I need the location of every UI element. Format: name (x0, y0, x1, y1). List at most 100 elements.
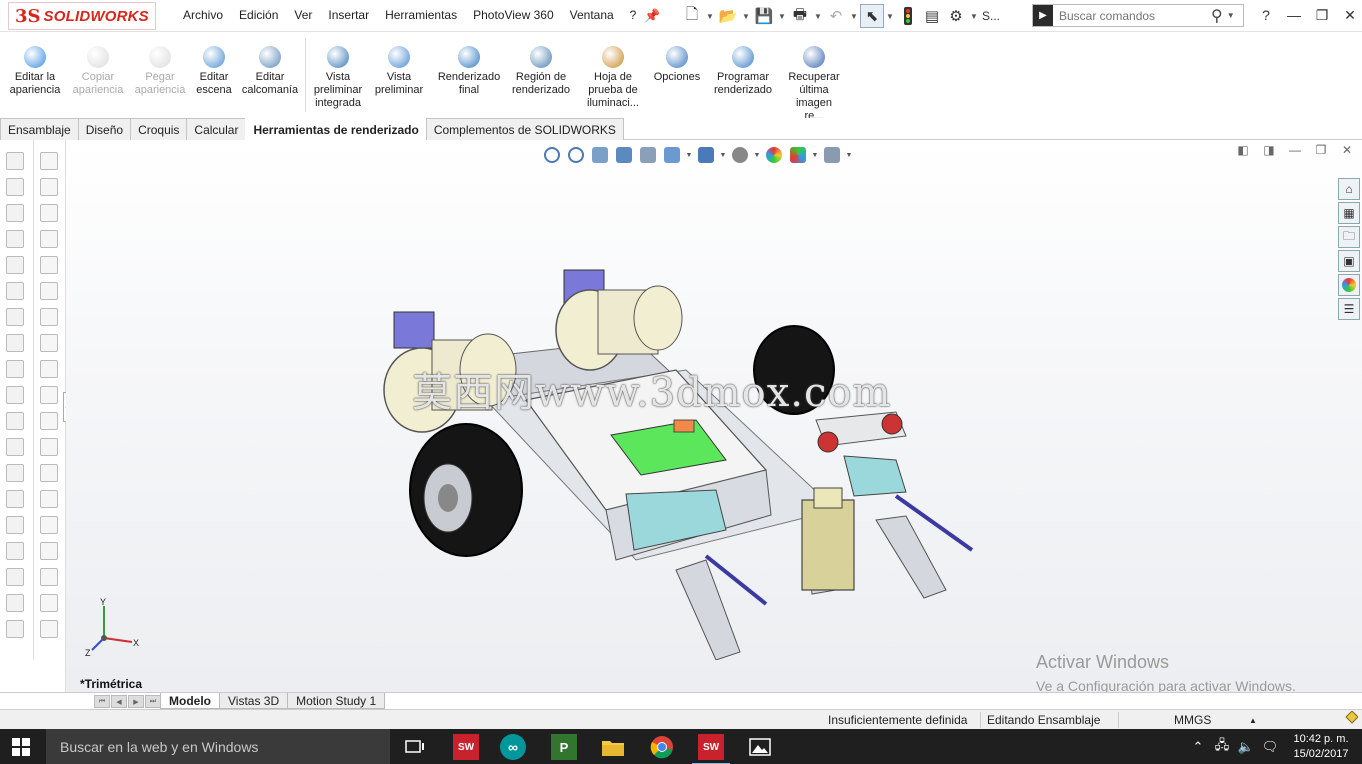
left-tool-icon[interactable] (40, 152, 58, 170)
scroll-first-icon[interactable]: ⏮ (94, 695, 110, 708)
save-dropdown-icon[interactable]: ▼ (776, 4, 788, 28)
menu-insertar[interactable]: Insertar (320, 8, 377, 22)
options-dropdown-icon[interactable]: ▼ (968, 4, 980, 28)
new-document-icon[interactable]: 🗋 (680, 4, 704, 28)
apply-scene-dropdown-icon[interactable]: ▼ (810, 144, 820, 166)
left-tool-icon[interactable] (6, 282, 24, 300)
left-tool-icon[interactable] (40, 568, 58, 586)
edit-appearance-icon[interactable] (762, 144, 786, 166)
left-tool-icon[interactable] (6, 542, 24, 560)
scroll-last-icon[interactable]: ⏭ (145, 695, 161, 708)
volume-icon[interactable]: 🔈 (1234, 739, 1258, 755)
left-tool-icon[interactable] (40, 620, 58, 638)
home-icon[interactable]: ⌂ (1338, 178, 1360, 200)
windows-start-icon[interactable] (12, 738, 30, 756)
traffic-light-icon[interactable] (896, 4, 920, 28)
hoja-prueba-button[interactable]: Hoja de prueba de iluminaci... (586, 46, 640, 110)
undo-dropdown-icon[interactable]: ▼ (848, 4, 860, 28)
left-tool-icon[interactable] (6, 620, 24, 638)
hide-show-dropdown-icon[interactable]: ▼ (752, 144, 762, 166)
hide-show-items-icon[interactable] (728, 144, 752, 166)
left-tool-icon[interactable] (6, 594, 24, 612)
left-tool-icon[interactable] (6, 178, 24, 196)
left-tool-icon[interactable] (40, 516, 58, 534)
left-tool-icon[interactable] (6, 568, 24, 586)
pin-menu-icon[interactable]: 📌 (644, 8, 660, 24)
viewport-tile-right-icon[interactable]: ◨ (1256, 140, 1282, 160)
view-orientation-dropdown-icon[interactable]: ▼ (684, 144, 694, 166)
undo-icon[interactable]: ↶ (824, 4, 848, 28)
display-style-dropdown-icon[interactable]: ▼ (718, 144, 728, 166)
renderizado-final-button[interactable]: Renderizado final (436, 46, 502, 97)
taskbar-search-box[interactable]: Buscar en la web y en Windows (46, 729, 390, 764)
menu-edicion[interactable]: Edición (231, 8, 286, 22)
viewport-tile-left-icon[interactable]: ◧ (1230, 140, 1256, 160)
menu-ver[interactable]: Ver (286, 8, 320, 22)
zoom-to-area-icon[interactable] (564, 144, 588, 166)
left-tool-icon[interactable] (40, 230, 58, 248)
network-icon[interactable]: 🖧 (1210, 736, 1234, 758)
viewport-close-icon[interactable]: ✕ (1334, 140, 1360, 160)
open-icon[interactable]: 📂 (716, 4, 740, 28)
tab-herramientas-renderizado[interactable]: Herramientas de renderizado (245, 118, 427, 140)
left-tool-icon[interactable] (6, 490, 24, 508)
left-tool-icon[interactable] (6, 412, 24, 430)
menu-photoview[interactable]: PhotoView 360 (465, 8, 562, 22)
tab-modelo[interactable]: Modelo (160, 693, 220, 709)
view-palette-icon[interactable]: ▣ (1338, 250, 1360, 272)
file-explorer-taskbar-icon[interactable] (600, 734, 626, 760)
file-properties-icon[interactable]: ▤ (920, 4, 944, 28)
task-view-icon[interactable] (402, 734, 428, 760)
opciones-button[interactable]: Opciones (652, 46, 702, 84)
editar-escena-button[interactable]: Editar escena (196, 46, 232, 97)
left-tool-icon[interactable] (6, 256, 24, 274)
menu-herramientas[interactable]: Herramientas (377, 8, 465, 22)
project-taskbar-icon[interactable]: P (551, 734, 577, 760)
dynamic-annotation-icon[interactable] (636, 144, 660, 166)
tab-complementos[interactable]: Complementos de SOLIDWORKS (425, 118, 624, 140)
zoom-to-fit-icon[interactable] (540, 144, 564, 166)
rebuild-tags-icon[interactable] (1344, 710, 1359, 728)
tab-diseno[interactable]: Diseño (77, 118, 132, 140)
left-tool-icon[interactable] (40, 412, 58, 430)
left-tool-icon[interactable] (6, 230, 24, 248)
left-tool-icon[interactable] (6, 438, 24, 456)
scroll-next-icon[interactable]: ▶ (128, 695, 144, 708)
custom-properties-icon[interactable]: ☰ (1338, 298, 1360, 320)
appearances-scenes-icon[interactable] (1338, 274, 1360, 296)
left-tool-icon[interactable] (6, 152, 24, 170)
apply-scene-icon[interactable] (786, 144, 810, 166)
command-search-input[interactable] (1053, 8, 1203, 23)
action-center-icon[interactable]: 🗨 (1258, 739, 1282, 755)
new-dropdown-icon[interactable]: ▼ (704, 4, 716, 28)
quickbar-overflow-label[interactable]: S... (982, 9, 1000, 23)
left-tool-icon[interactable] (40, 360, 58, 378)
taskbar-clock[interactable]: 10:42 p. m. 15/02/2017 (1288, 732, 1354, 762)
left-tool-icon[interactable] (40, 282, 58, 300)
left-tool-icon[interactable] (40, 204, 58, 222)
region-renderizado-button[interactable]: Región de renderizado (510, 46, 572, 97)
scroll-prev-icon[interactable]: ◀ (111, 695, 127, 708)
unit-system-arrow-icon[interactable]: ▲ (1249, 716, 1257, 725)
left-tool-icon[interactable] (40, 438, 58, 456)
menu-help[interactable]: ? (622, 8, 645, 22)
command-search[interactable]: ▶ ⚲ ▼ (1032, 4, 1244, 27)
left-tool-icon[interactable] (40, 308, 58, 326)
tab-vistas-3d[interactable]: Vistas 3D (219, 693, 289, 709)
left-tool-icon[interactable] (40, 178, 58, 196)
file-explorer-icon[interactable]: 🗀 (1338, 226, 1360, 248)
recuperar-imagen-button[interactable]: Recuperar última imagen re... (786, 46, 842, 123)
left-tool-icon[interactable] (40, 256, 58, 274)
select-dropdown-icon[interactable]: ▼ (884, 4, 896, 28)
left-tool-icon[interactable] (40, 542, 58, 560)
menu-archivo[interactable]: Archivo (175, 8, 231, 22)
chrome-taskbar-icon[interactable] (649, 734, 675, 760)
previous-view-icon[interactable] (588, 144, 612, 166)
editar-apariencia-button[interactable]: Editar la apariencia (8, 46, 62, 97)
design-library-icon[interactable]: ▦ (1338, 202, 1360, 224)
left-tool-icon[interactable] (6, 464, 24, 482)
left-tool-icon[interactable] (40, 490, 58, 508)
pegar-apariencia-button[interactable]: Pegar apariencia (134, 46, 186, 97)
solidworks-2016-taskbar-icon[interactable]: SW (453, 734, 479, 760)
photos-taskbar-icon[interactable] (747, 734, 773, 760)
